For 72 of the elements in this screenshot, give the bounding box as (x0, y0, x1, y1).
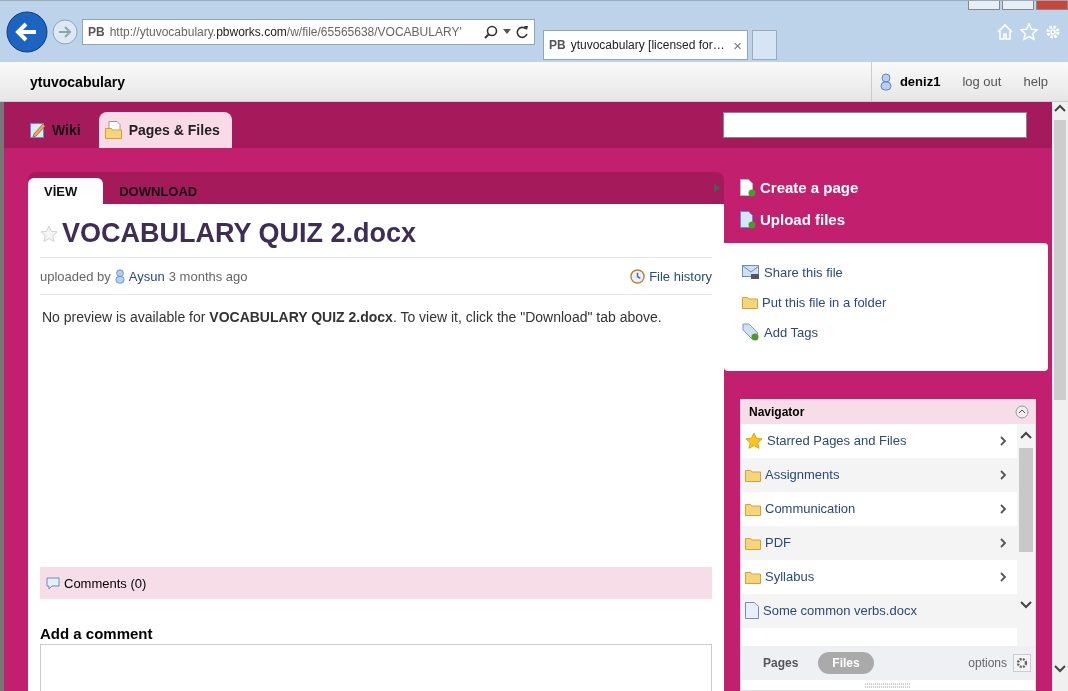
pencil-page-icon (30, 122, 46, 138)
options-label[interactable]: options (968, 656, 1007, 670)
folder-icon (745, 501, 761, 516)
url-text: http://ytuvocabulary.pbworks.com/w/file/65565638/VOCABULARY' (109, 24, 462, 39)
header-link[interactable]: help (1023, 74, 1048, 89)
file-action-link[interactable]: Add Tags (742, 317, 1048, 348)
search-icon[interactable] (484, 24, 498, 39)
action-link[interactable]: Create a page (740, 172, 1048, 204)
add-comment-label: Add a comment (40, 625, 154, 642)
navigator-item[interactable]: Starred Pages and Files (741, 423, 1017, 458)
new-page-icon (740, 178, 756, 197)
star-icon (745, 431, 763, 450)
uploader-link[interactable]: Aysun (128, 268, 165, 284)
folder-icon (745, 467, 761, 482)
close-button[interactable] (1036, 1, 1068, 10)
site-favicon: PB (88, 24, 105, 39)
tab-favicon: PB (549, 38, 566, 52)
list-scrollbar[interactable] (1017, 423, 1035, 646)
envelope-icon (742, 264, 760, 281)
folder-icon (745, 569, 761, 584)
tab-title: ytuvocabulary [licensed for… (570, 38, 725, 52)
content-tab[interactable]: VİEW (28, 178, 104, 204)
browser-tab[interactable]: PB ytuvocabulary [licensed for… × (543, 30, 748, 60)
maximize-button[interactable] (1002, 1, 1034, 10)
file-action-link[interactable]: Share this file (742, 257, 1048, 288)
search-field[interactable] (723, 112, 1027, 138)
collapse-icon[interactable] (1015, 404, 1029, 419)
settings-icon[interactable] (1013, 654, 1031, 672)
navigator-item[interactable]: Some common verbs.docx (741, 593, 1017, 628)
back-button[interactable] (6, 10, 48, 53)
navigator-item[interactable]: Communication (741, 491, 1017, 526)
navigator-title: Navigator (749, 404, 805, 419)
minimize-button[interactable] (968, 1, 1000, 10)
upload-age: 3 months ago (168, 268, 248, 284)
resize-handle[interactable] (865, 682, 911, 688)
star-icon[interactable] (40, 224, 58, 243)
uploaded-by-label: uploaded by (40, 268, 111, 284)
navigator-tab[interactable]: Pages (749, 652, 813, 674)
user-icon (879, 72, 892, 91)
navigator-item[interactable]: PDF (741, 525, 1017, 560)
folder-icon (742, 295, 758, 310)
upload-file-icon (740, 210, 756, 229)
folder-icon (745, 535, 761, 550)
username[interactable]: deniz1 (899, 74, 941, 89)
navigator-item[interactable]: Assignments (741, 457, 1017, 492)
action-link[interactable]: Upload files (740, 203, 1048, 236)
file-title: VOCABULARY QUIZ 2.docx (62, 218, 417, 249)
refresh-icon[interactable] (516, 24, 529, 39)
navigator-item[interactable]: Syllabus (741, 559, 1017, 594)
folder-page-icon (104, 121, 123, 139)
home-icon[interactable] (996, 22, 1014, 41)
nav-tab[interactable]: Pages & Files (98, 112, 232, 148)
forward-button[interactable] (52, 18, 78, 45)
tag-icon (742, 323, 760, 342)
comments-bar[interactable]: Comments (0) (40, 567, 712, 599)
dropdown-icon[interactable] (503, 28, 511, 35)
file-action-link[interactable]: Put this file in a folder (742, 287, 1048, 318)
site-title[interactable]: ytuvocabulary (0, 73, 125, 90)
address-bar[interactable]: PB http://ytuvocabulary.pbworks.com/w/file/65565638/VOCABULARY' (82, 18, 535, 45)
close-tab-button[interactable]: × (733, 36, 742, 54)
new-tab-button[interactable] (752, 30, 777, 60)
page-scrollbar[interactable] (1052, 102, 1068, 691)
clock-icon (630, 268, 646, 284)
file-history-link[interactable]: File history (630, 268, 712, 284)
comments-count: Comments (0) (64, 575, 147, 591)
word-document-icon (745, 602, 759, 619)
expand-arrow-icon[interactable] (714, 183, 720, 193)
speech-bubble-icon (46, 576, 60, 590)
user-icon (114, 268, 125, 284)
no-preview-message: No preview is available for VOCABULARY QUIZ 2.docx. To view it, click the "Download" tab above. (42, 309, 663, 325)
header-link[interactable]: log out (962, 74, 1002, 89)
comment-field[interactable] (40, 644, 712, 691)
